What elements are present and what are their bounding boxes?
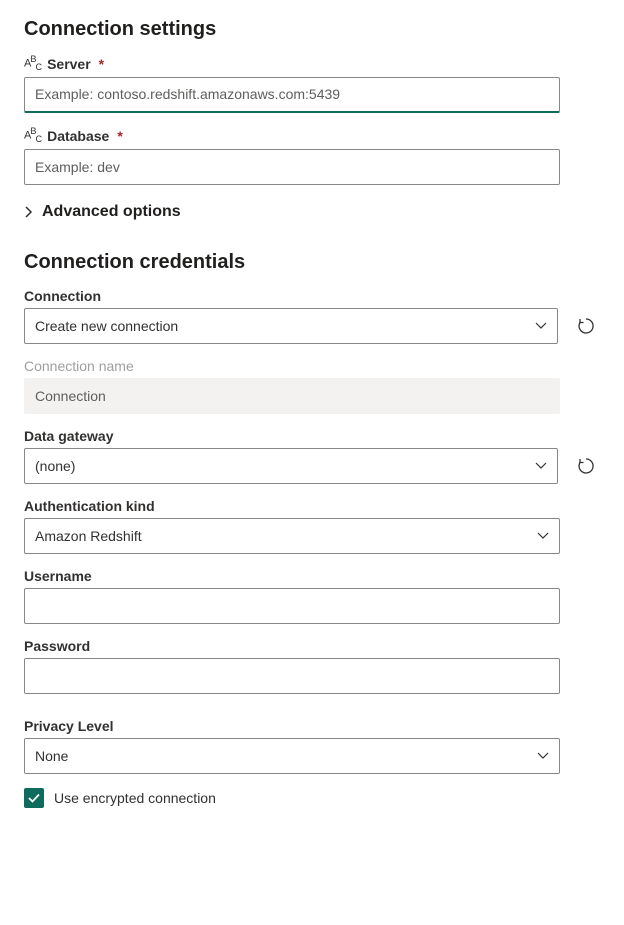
refresh-icon (576, 456, 596, 476)
password-field: Password (24, 638, 600, 694)
connection-label: Connection (24, 288, 600, 304)
connection-field: Connection Create new connection (24, 288, 600, 344)
server-label: ABC Server * (24, 55, 600, 73)
username-field: Username (24, 568, 600, 624)
database-input[interactable] (24, 149, 560, 185)
connection-settings-heading: Connection settings (24, 18, 600, 41)
chevron-down-icon (535, 460, 547, 472)
refresh-gateway-button[interactable] (572, 452, 600, 480)
username-input[interactable] (24, 588, 560, 624)
encrypted-connection-checkbox[interactable] (24, 788, 44, 808)
connection-name-field: Connection name (24, 358, 600, 414)
connection-name-label: Connection name (24, 358, 600, 374)
data-gateway-label: Data gateway (24, 428, 600, 444)
advanced-options-expander[interactable]: Advanced options (24, 203, 600, 221)
database-field: ABC Database * (24, 127, 600, 185)
password-label: Password (24, 638, 600, 654)
data-gateway-field: Data gateway (none) (24, 428, 600, 484)
checkmark-icon (27, 791, 41, 805)
authentication-kind-label: Authentication kind (24, 498, 600, 514)
chevron-down-icon (537, 750, 549, 762)
authentication-kind-select[interactable]: Amazon Redshift (24, 518, 560, 554)
encrypted-connection-label: Use encrypted connection (54, 790, 216, 806)
connection-name-input (24, 378, 560, 414)
required-indicator: * (99, 56, 104, 72)
server-field: ABC Server * (24, 55, 600, 113)
chevron-down-icon (535, 320, 547, 332)
privacy-level-select[interactable]: None (24, 738, 560, 774)
password-input[interactable] (24, 658, 560, 694)
privacy-level-field: Privacy Level None (24, 718, 600, 774)
database-label: ABC Database * (24, 127, 600, 145)
chevron-right-icon (24, 205, 34, 219)
text-type-icon: ABC (24, 54, 41, 72)
required-indicator: * (117, 128, 122, 144)
chevron-down-icon (537, 530, 549, 542)
refresh-icon (576, 316, 596, 336)
refresh-connection-button[interactable] (572, 312, 600, 340)
authentication-kind-field: Authentication kind Amazon Redshift (24, 498, 600, 554)
text-type-icon: ABC (24, 126, 41, 144)
data-gateway-select[interactable]: (none) (24, 448, 558, 484)
privacy-level-label: Privacy Level (24, 718, 600, 734)
connection-settings-section: Connection settings ABC Server * ABC Dat… (24, 18, 600, 221)
server-input[interactable] (24, 77, 560, 113)
encrypted-connection-row: Use encrypted connection (24, 788, 600, 808)
advanced-options-label: Advanced options (42, 203, 181, 221)
connection-select[interactable]: Create new connection (24, 308, 558, 344)
username-label: Username (24, 568, 600, 584)
connection-credentials-section: Connection credentials Connection Create… (24, 251, 600, 808)
connection-credentials-heading: Connection credentials (24, 251, 600, 274)
